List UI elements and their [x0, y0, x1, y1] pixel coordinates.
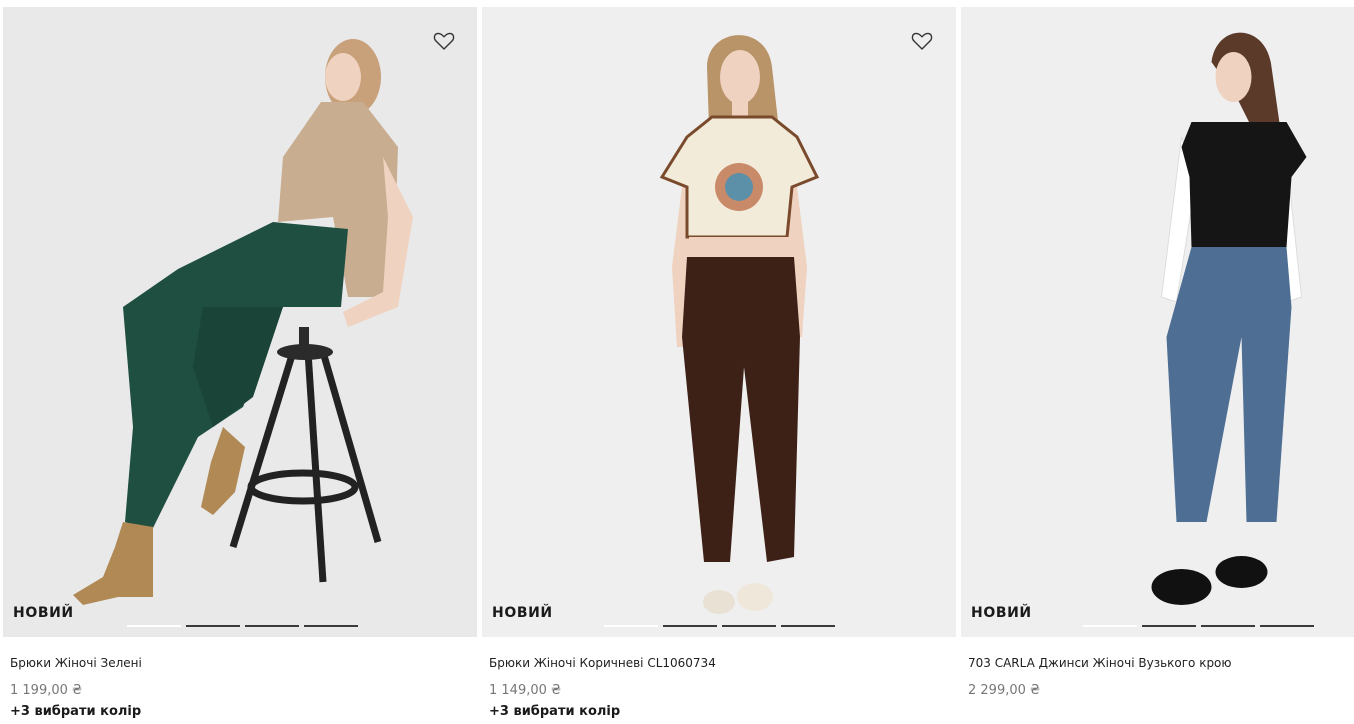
- pager-indicator[interactable]: [186, 625, 240, 627]
- image-pager[interactable]: [1083, 625, 1314, 628]
- product-photo[interactable]: НОВИЙ: [3, 7, 477, 637]
- choose-color-link[interactable]: +3 вибрати колір: [10, 704, 141, 719]
- favorite-button[interactable]: [910, 29, 934, 53]
- product-photo[interactable]: НОВИЙ: [961, 7, 1354, 637]
- pager-indicator[interactable]: [781, 625, 835, 627]
- model-photo-green-trousers: [73, 39, 413, 605]
- pager-indicator[interactable]: [604, 625, 658, 627]
- pager-indicator[interactable]: [722, 625, 776, 627]
- image-pager[interactable]: [604, 625, 835, 628]
- product-card[interactable]: НОВИЙ 703 CARLA Джинси Жіночі Вузького к…: [961, 7, 1354, 724]
- pager-indicator[interactable]: [1260, 625, 1314, 627]
- pager-indicator[interactable]: [663, 625, 717, 627]
- pager-indicator[interactable]: [1083, 625, 1137, 627]
- image-pager[interactable]: [127, 625, 358, 628]
- model-photo-blue-jeans: [1151, 32, 1307, 605]
- product-card[interactable]: НОВИЙ Брюки Жіночі Коричневі CL1060734 1…: [482, 7, 956, 724]
- model-photo-brown-trousers: [659, 35, 820, 614]
- new-badge: НОВИЙ: [13, 605, 74, 621]
- product-photo[interactable]: НОВИЙ: [482, 7, 956, 637]
- new-badge: НОВИЙ: [492, 605, 553, 621]
- choose-color-link[interactable]: +3 вибрати колір: [489, 704, 620, 719]
- product-card[interactable]: НОВИЙ Брюки Жіночі Зелені 1 199,00 ₴ +3 …: [3, 7, 477, 724]
- heart-outline-icon: [433, 32, 455, 50]
- product-title[interactable]: 703 CARLA Джинси Жіночі Вузького крою: [968, 656, 1232, 670]
- heart-outline-icon: [911, 32, 933, 50]
- product-title[interactable]: Брюки Жіночі Зелені: [10, 656, 142, 670]
- pager-indicator[interactable]: [1142, 625, 1196, 627]
- favorite-button[interactable]: [432, 29, 456, 53]
- product-price: 1 199,00 ₴: [10, 683, 83, 698]
- pager-indicator[interactable]: [304, 625, 358, 627]
- product-title[interactable]: Брюки Жіночі Коричневі CL1060734: [489, 656, 716, 670]
- pager-indicator[interactable]: [245, 625, 299, 627]
- product-price: 2 299,00 ₴: [968, 683, 1041, 698]
- pager-indicator[interactable]: [127, 625, 181, 627]
- pager-indicator[interactable]: [1201, 625, 1255, 627]
- new-badge: НОВИЙ: [971, 605, 1032, 621]
- product-price: 1 149,00 ₴: [489, 683, 562, 698]
